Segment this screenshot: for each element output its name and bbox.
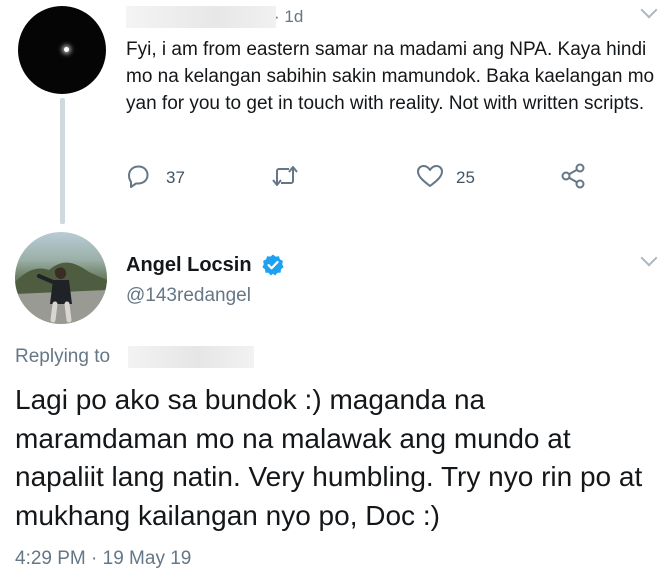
share-icon[interactable] (559, 162, 587, 190)
avatar-light-spot (64, 47, 69, 52)
redacted-replying-handle (128, 346, 254, 368)
user-handle[interactable]: @143redangel (126, 285, 251, 307)
time-separator: · (274, 7, 280, 26)
chevron-down-icon[interactable] (640, 1, 658, 19)
reply-avatar[interactable] (15, 232, 107, 324)
avatar-photo (15, 262, 107, 324)
parent-avatar[interactable] (18, 6, 106, 94)
replying-to-label: Replying to (15, 346, 111, 367)
display-name[interactable]: Angel Locsin (126, 254, 252, 277)
tweet-action-bar: 37 25 (0, 162, 660, 192)
parent-tweet-text: Fyi, i am from eastern samar na madami a… (126, 39, 655, 114)
retweet-icon[interactable] (270, 162, 300, 190)
thread-connector-line (60, 98, 65, 224)
chevron-down-icon[interactable] (640, 249, 658, 267)
tweet-timestamp[interactable]: 4:29 PM · 19 May 19 (15, 548, 191, 570)
reply-count: 37 (166, 168, 185, 187)
reply-tweet-text: Lagi po ako sa bundok :) maganda na mara… (15, 384, 643, 531)
reply-icon[interactable] (124, 162, 152, 190)
tweet-age: · 1d (274, 7, 303, 27)
like-icon[interactable] (415, 162, 445, 190)
time-ago[interactable]: 1d (284, 7, 303, 26)
like-count: 25 (456, 168, 475, 187)
verified-badge-icon (262, 254, 284, 276)
redacted-username (126, 6, 276, 28)
